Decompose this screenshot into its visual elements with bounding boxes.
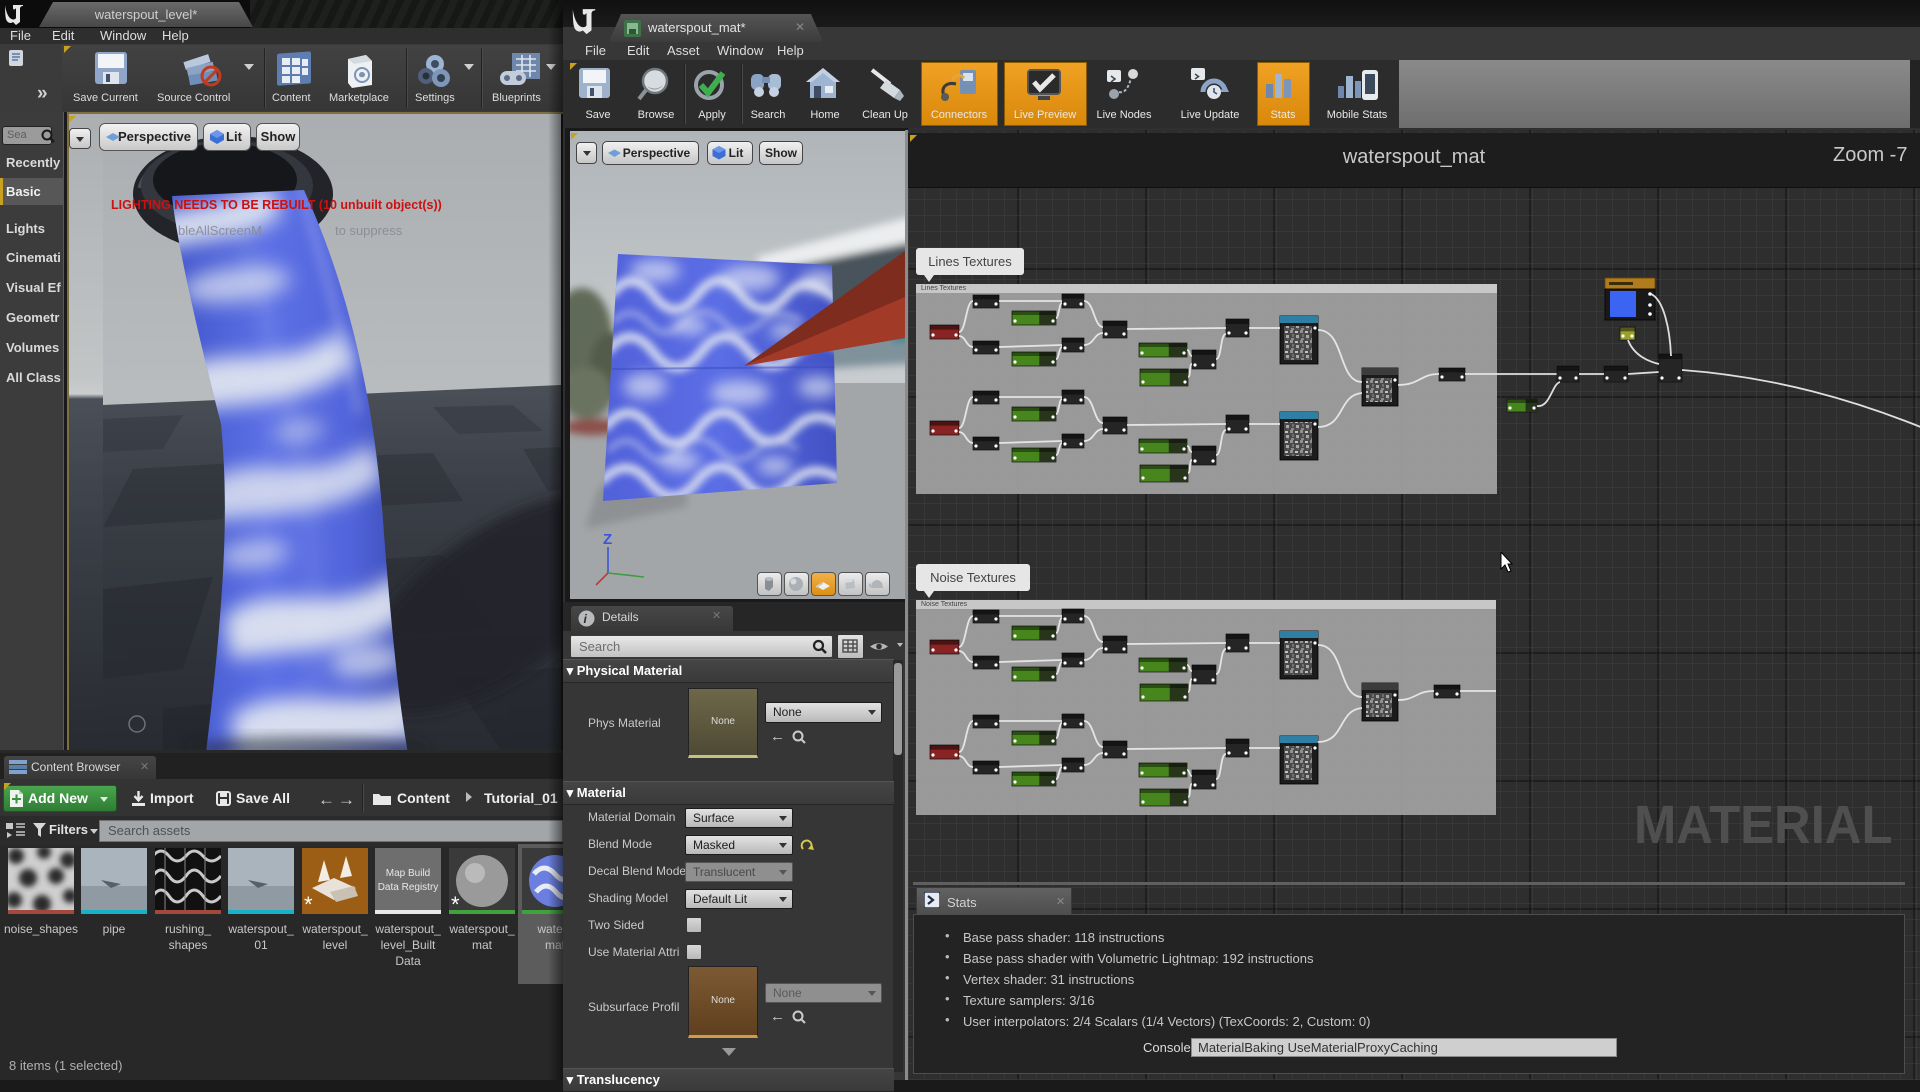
svg-text:Data Registry: Data Registry: [378, 882, 439, 893]
svg-text:bleAllScreenM: bleAllScreenM: [178, 223, 262, 238]
svg-text:LIGHTING NEEDS TO BE REBUILT (: LIGHTING NEEDS TO BE REBUILT (10 unbuilt…: [111, 198, 442, 212]
svg-text:Z: Z: [603, 531, 612, 548]
svg-text:Map Build: Map Build: [386, 868, 430, 879]
svg-text:to suppress: to suppress: [335, 223, 403, 238]
